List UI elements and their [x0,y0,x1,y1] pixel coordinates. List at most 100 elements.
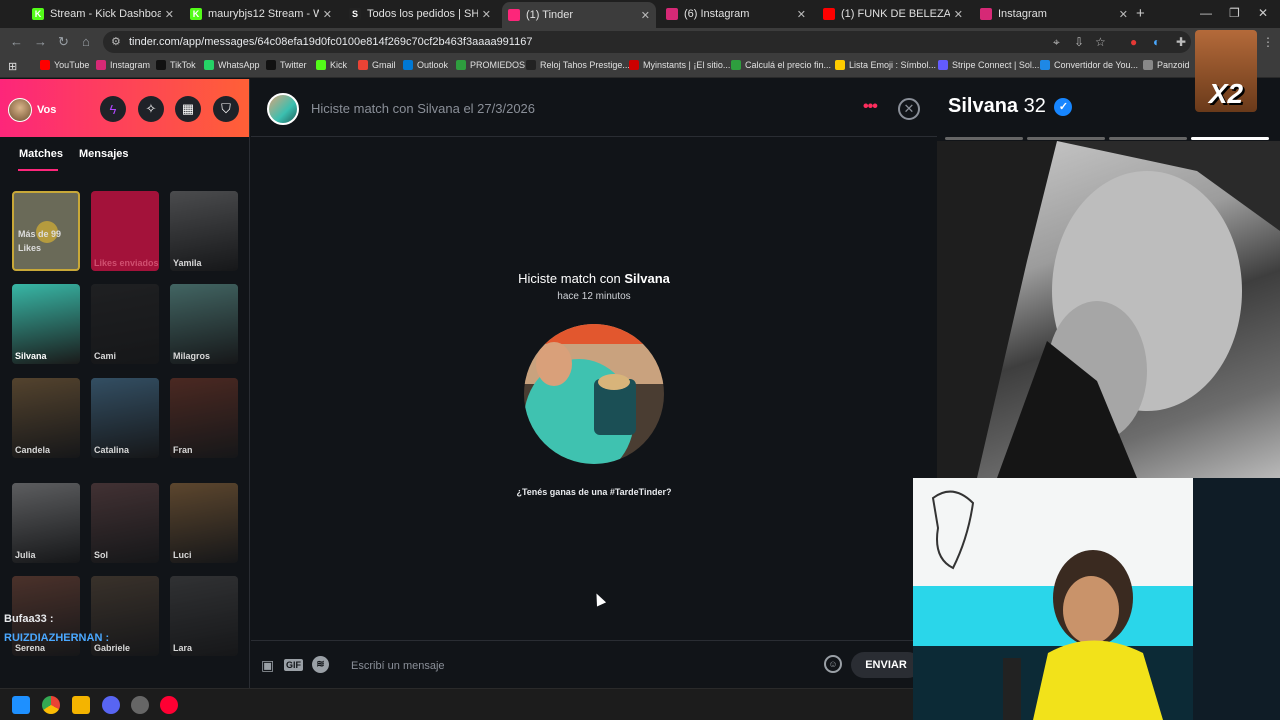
bookmark-label: Outlook [417,60,449,70]
address-bar-row: ← → ↻ ⌂ ⚙ tinder.com/app/messages/64c08e… [0,28,1280,56]
explore-icon[interactable]: ✧ [138,96,164,122]
bookmark-item[interactable]: Kick [316,60,347,70]
tab-matches[interactable]: Matches [19,148,63,160]
bookmark-item[interactable]: Outlook [403,60,448,70]
match-card[interactable]: Milagros [170,284,238,364]
spotify-icon[interactable]: ≋ [312,656,329,673]
bookmark-item[interactable]: Convertidor de You... [1040,60,1138,70]
match-avatar[interactable] [267,93,299,125]
browser-tab[interactable]: K Stream - Kick Dashboard ✕ [26,4,180,24]
match-card[interactable]: Julia [12,483,80,563]
bookmark-item[interactable]: Stripe Connect | Sol... [938,60,1039,70]
gif-icon[interactable]: GIF [284,659,303,671]
more-options-icon[interactable]: ••• [863,98,878,116]
photo-progress-bar[interactable] [945,137,1023,140]
likes-card[interactable]: Más de 99 Likes [12,191,80,271]
url-field[interactable]: ⚙ tinder.com/app/messages/64c08efa19d0fc… [103,31,1191,53]
close-icon[interactable]: ✕ [898,98,920,120]
bookmark-item[interactable]: Panzoid [1143,60,1190,70]
back-icon[interactable]: ← [10,34,23,49]
bookmark-star-icon[interactable]: ☆ [1095,35,1106,49]
match-card[interactable]: Fran [170,378,238,458]
browser-tab[interactable]: (6) Instagram ✕ [660,4,812,24]
bookmark-item[interactable]: WhatsApp [204,60,260,70]
match-card[interactable]: Catalina [91,378,159,458]
location-icon[interactable]: ⌖ [1053,35,1060,50]
photo-progress-bar[interactable] [1191,137,1269,140]
bookmark-label: Gmail [372,60,396,70]
tab-title: maurybjs12 Stream - Watch Liv [208,8,319,20]
minimize-button[interactable]: — [1200,6,1212,20]
bookmark-item[interactable]: YouTube [40,60,89,70]
bookmark-item[interactable]: Lista Emoji : Símbol... [835,60,936,70]
match-card[interactable]: Luci [170,483,238,563]
my-avatar[interactable] [8,98,32,122]
bookmark-item[interactable]: Gmail [358,60,396,70]
youtube-icon[interactable] [160,696,178,714]
match-card[interactable]: Lara [170,576,238,656]
bookmark-item[interactable]: Twitter [266,60,307,70]
photo-progress-bar[interactable] [1027,137,1105,140]
bookmark-item[interactable]: PROMIEDOS [456,60,525,70]
match-card[interactable]: Sol [91,483,159,563]
browser-tab-bar: K Stream - Kick Dashboard ✕ Kmaurybjs12 Str… [0,0,1280,28]
new-tab-button[interactable]: + [1136,5,1145,22]
match-card[interactable]: Silvana [12,284,80,364]
home-icon[interactable]: ⌂ [82,34,90,49]
tab-close-icon[interactable]: ✕ [797,8,806,21]
bookmark-favicon-icon [1040,60,1050,70]
match-card[interactable]: Cami [91,284,159,364]
bookmark-item[interactable]: Calculá el precio fin... [731,60,831,70]
emoji-icon[interactable]: ☺ [824,655,842,673]
file-explorer-icon[interactable] [72,696,90,714]
reload-icon[interactable]: ↻ [58,34,69,50]
install-icon[interactable]: ⇩ [1074,35,1084,49]
photo-progress-bar[interactable] [1109,137,1187,140]
close-window-button[interactable]: ✕ [1258,6,1268,20]
tab-title: (1) FUNK DE BELEZA SLOW [841,8,950,20]
apps-grid-icon[interactable]: ⊞ [8,60,17,73]
shop-icon[interactable]: ▦ [175,96,201,122]
extension-icon[interactable]: ◐ [1153,35,1160,49]
likes-sent-card[interactable]: Likes enviados [91,191,159,271]
forward-icon[interactable]: → [34,34,47,49]
browser-tab[interactable]: Kmaurybjs12 Stream - Watch Liv ✕ [184,4,338,24]
browser-tab[interactable]: (1) FUNK DE BELEZA SLOW ✕ [817,4,969,24]
match-card[interactable]: Yamila [170,191,238,271]
browser-tab[interactable]: Instagram ✕ [974,4,1134,24]
extension-icon[interactable]: ● [1130,35,1137,49]
match-photo[interactable] [524,324,664,464]
bookmark-item[interactable]: Myinstants | ¡El sitio... [629,60,730,70]
conversation-header: Hiciste match con Silvana el 27/3/2026 •… [251,79,937,137]
site-info-icon[interactable]: ⚙ [111,35,121,48]
windows-start-icon[interactable] [12,696,30,714]
match-card[interactable]: Gabriele [91,576,159,656]
match-card[interactable]: Candela [12,378,80,458]
profile-photo[interactable] [937,141,1280,478]
tab-close-icon[interactable]: ✕ [641,9,650,22]
bookmark-item[interactable]: TikTok [156,60,196,70]
boost-icon[interactable]: ϟ [100,96,126,122]
message-input[interactable] [351,656,811,676]
discord-icon[interactable] [102,696,120,714]
my-profile-label[interactable]: Vos [37,104,56,116]
bookmarks-bar: ⊞ YouTube Instagram TikTok WhatsApp Twitter K… [0,56,1280,78]
send-button[interactable]: ENVIAR [851,652,921,678]
bookmark-item[interactable]: Reloj Tahos Prestige... [526,60,630,70]
contact-card-icon[interactable]: ▣ [261,657,274,674]
tab-close-icon[interactable]: ✕ [482,8,491,21]
bookmark-item[interactable]: Instagram [96,60,150,70]
chrome-icon[interactable] [42,696,60,714]
tab-messages[interactable]: Mensajes [79,148,129,160]
browser-menu-icon[interactable]: ⋮ [1262,35,1274,49]
tab-close-icon[interactable]: ✕ [954,8,963,21]
steam-icon[interactable] [131,696,149,714]
tab-close-icon[interactable]: ✕ [323,8,332,21]
maximize-button[interactable]: ❐ [1229,6,1240,20]
tab-close-icon[interactable]: ✕ [165,8,174,21]
tab-close-icon[interactable]: ✕ [1119,8,1128,21]
browser-tab[interactable]: S Todos los pedidos | SHEIN ✕ [343,4,497,24]
safety-shield-icon[interactable]: ⛉ [213,96,239,122]
browser-tab[interactable]: (1) Tinder ✕ [502,2,656,28]
extensions-puzzle-icon[interactable]: ✚ [1176,35,1186,49]
